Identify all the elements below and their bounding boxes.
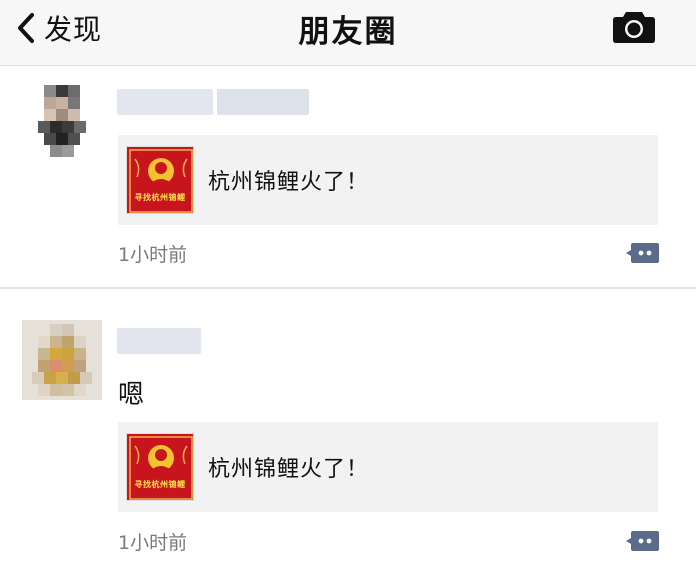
thumbnail-caption: 寻找杭州锦鲤 (134, 480, 186, 489)
avatar[interactable] (22, 81, 102, 161)
avatar[interactable] (22, 320, 102, 400)
navigation-bar: 发现 朋友圈 (0, 0, 696, 66)
comment-button[interactable] (624, 529, 660, 553)
thumbnail-caption: 寻找杭州锦鲤 (134, 193, 186, 202)
page-title: 朋友圈 (298, 14, 398, 50)
nickname-blurred[interactable] (117, 87, 309, 117)
moment-post: 嗯 寻找杭州锦鲤 杭州锦鲤火了！ 1小时前 (0, 290, 696, 566)
post-timestamp: 1小时前 (118, 532, 188, 554)
post-text: 嗯 (118, 380, 145, 410)
avatar-image (22, 81, 102, 161)
link-title: 杭州锦鲤火了！ (208, 457, 370, 482)
moment-post: 寻找杭州锦鲤 杭州锦鲤火了！ 1小时前 (0, 67, 696, 287)
comment-button[interactable] (624, 241, 660, 265)
comment-bubble-icon (626, 531, 659, 551)
comment-bubble-icon (626, 243, 659, 263)
shared-link-card[interactable]: 寻找杭州锦鲤 杭州锦鲤火了！ (118, 422, 658, 512)
nickname-blurred[interactable] (117, 326, 201, 356)
camera-icon (613, 12, 655, 43)
camera-button[interactable] (612, 8, 656, 44)
post-divider (0, 287, 696, 289)
shared-link-card[interactable]: 寻找杭州锦鲤 杭州锦鲤火了！ (118, 135, 658, 225)
avatar-image (22, 320, 102, 400)
link-thumbnail: 寻找杭州锦鲤 (126, 433, 194, 501)
link-thumbnail: 寻找杭州锦鲤 (126, 146, 194, 214)
link-title: 杭州锦鲤火了！ (208, 170, 370, 195)
post-timestamp: 1小时前 (118, 244, 188, 266)
